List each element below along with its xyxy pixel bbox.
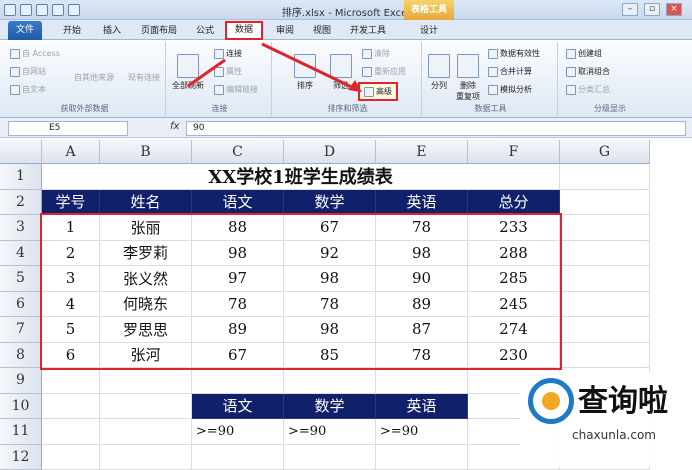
- arrow-to-advanced: [262, 44, 358, 90]
- criteria-header-cell[interactable]: 数学: [284, 394, 376, 420]
- title-cell[interactable]: XX学校1班学生成绩表: [42, 164, 560, 190]
- search-logo-icon: [528, 378, 574, 424]
- empty-cell[interactable]: [100, 445, 192, 470]
- row-header[interactable]: 5: [0, 266, 42, 292]
- arrow-small: [188, 60, 225, 86]
- empty-cell[interactable]: [100, 368, 192, 394]
- highlight-box: [40, 213, 562, 370]
- column-header[interactable]: C: [192, 140, 284, 164]
- table-header-cell[interactable]: 姓名: [100, 190, 192, 216]
- row-header[interactable]: 2: [0, 190, 42, 216]
- column-header[interactable]: G: [560, 140, 650, 164]
- empty-cell[interactable]: [192, 445, 284, 470]
- criteria-header-cell[interactable]: 英语: [376, 394, 468, 420]
- empty-cell[interactable]: [560, 292, 650, 318]
- select-all-corner[interactable]: [0, 140, 42, 164]
- empty-cell[interactable]: [560, 215, 650, 241]
- criteria-value-cell[interactable]: >=90: [192, 419, 284, 445]
- empty-cell[interactable]: [100, 394, 192, 420]
- empty-cell[interactable]: [42, 368, 100, 394]
- empty-cell[interactable]: [560, 241, 650, 267]
- row-header[interactable]: 9: [0, 368, 42, 394]
- criteria-value-cell[interactable]: >=90: [284, 419, 376, 445]
- row-header[interactable]: 6: [0, 292, 42, 318]
- empty-cell[interactable]: [100, 419, 192, 445]
- criteria-header-cell[interactable]: 语文: [192, 394, 284, 420]
- column-header[interactable]: E: [376, 140, 468, 164]
- empty-cell[interactable]: [376, 445, 468, 470]
- empty-cell[interactable]: [284, 368, 376, 394]
- row-header[interactable]: 8: [0, 343, 42, 369]
- empty-cell[interactable]: [192, 368, 284, 394]
- column-header[interactable]: A: [42, 140, 100, 164]
- column-header[interactable]: D: [284, 140, 376, 164]
- table-header-cell[interactable]: 总分: [468, 190, 560, 216]
- empty-cell[interactable]: [560, 317, 650, 343]
- column-header[interactable]: B: [100, 140, 192, 164]
- empty-cell[interactable]: [560, 266, 650, 292]
- row-header[interactable]: 12: [0, 445, 42, 470]
- formula-input[interactable]: 90: [186, 121, 686, 136]
- empty-cell[interactable]: [376, 368, 468, 394]
- table-header-cell[interactable]: 语文: [192, 190, 284, 216]
- empty-cell[interactable]: [560, 343, 650, 369]
- empty-cell[interactable]: [284, 445, 376, 470]
- empty-cell[interactable]: [42, 419, 100, 445]
- empty-cell[interactable]: [42, 394, 100, 420]
- name-box[interactable]: E5: [8, 121, 128, 136]
- watermark-text: 查询啦: [578, 376, 668, 420]
- empty-cell[interactable]: [42, 445, 100, 470]
- empty-cell[interactable]: [560, 190, 650, 216]
- row-header[interactable]: 3: [0, 215, 42, 241]
- row-header[interactable]: 1: [0, 164, 42, 190]
- row-header[interactable]: 10: [0, 394, 42, 420]
- column-header[interactable]: F: [468, 140, 560, 164]
- criteria-value-cell[interactable]: >=90: [376, 419, 468, 445]
- table-header-cell[interactable]: 学号: [42, 190, 100, 216]
- row-header[interactable]: 7: [0, 317, 42, 343]
- watermark: 查询啦 chaxunla.com: [520, 372, 690, 467]
- row-header[interactable]: 11: [0, 419, 42, 445]
- fx-icon[interactable]: fx: [170, 121, 179, 132]
- table-header-cell[interactable]: 英语: [376, 190, 468, 216]
- row-header[interactable]: 4: [0, 241, 42, 267]
- empty-cell[interactable]: [560, 164, 650, 190]
- watermark-url: chaxunla.com: [572, 428, 656, 442]
- table-header-cell[interactable]: 数学: [284, 190, 376, 216]
